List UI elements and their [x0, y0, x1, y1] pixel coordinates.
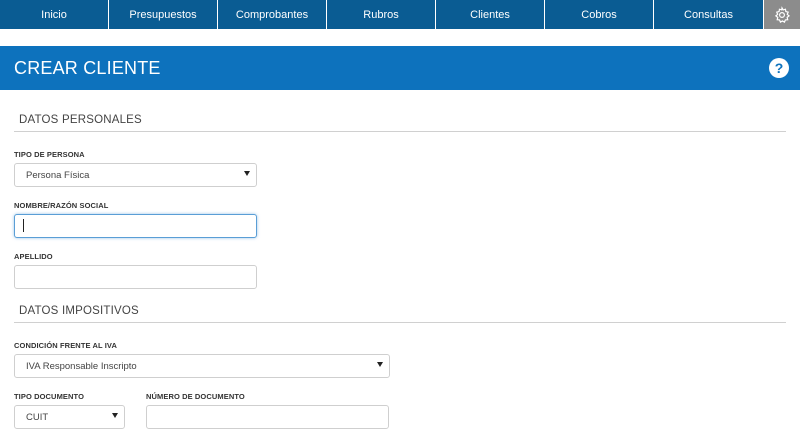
- nav-item-inicio[interactable]: Inicio: [0, 0, 109, 29]
- apellido-input[interactable]: [14, 265, 257, 289]
- nav-item-cobros[interactable]: Cobros: [545, 0, 654, 29]
- nombre-input[interactable]: [14, 214, 257, 238]
- condicion-iva-value: IVA Responsable Inscripto: [26, 360, 137, 372]
- nombre-field-wrap: [14, 214, 257, 238]
- gear-icon: [774, 5, 790, 23]
- condicion-iva-label: CONDICIÓN FRENTE AL IVA: [14, 341, 117, 350]
- help-button[interactable]: ?: [769, 58, 789, 78]
- caret-down-icon: [377, 362, 383, 367]
- apellido-label: APELLIDO: [14, 252, 53, 261]
- numero-documento-label: NÚMERO DE DOCUMENTO: [146, 392, 245, 401]
- nav-item-comprobantes[interactable]: Comprobantes: [218, 0, 327, 29]
- caret-down-icon: [244, 171, 250, 176]
- section-divider: [14, 322, 786, 323]
- nav-item-rubros[interactable]: Rubros: [327, 0, 436, 29]
- tipo-documento-select[interactable]: CUIT: [14, 405, 125, 429]
- tipo-persona-label: TIPO DE PERSONA: [14, 150, 85, 159]
- nav-item-consultas[interactable]: Consultas: [654, 0, 764, 29]
- section-title-personales: DATOS PERSONALES: [19, 114, 142, 126]
- caret-down-icon: [112, 413, 118, 418]
- tipo-documento-value: CUIT: [26, 411, 49, 423]
- tipo-persona-value: Persona Física: [26, 169, 90, 181]
- condicion-iva-select[interactable]: IVA Responsable Inscripto: [14, 354, 390, 378]
- nombre-label: NOMBRE/RAZÓN SOCIAL: [14, 201, 109, 210]
- help-icon: ?: [774, 60, 784, 76]
- settings-button[interactable]: [764, 0, 800, 29]
- page-header: CREAR CLIENTE ?: [0, 46, 800, 90]
- tipo-persona-select[interactable]: Persona Física: [14, 163, 257, 187]
- section-divider: [14, 131, 786, 132]
- text-cursor: [23, 219, 24, 232]
- section-title-impositivos: DATOS IMPOSITIVOS: [19, 305, 139, 317]
- page-title: CREAR CLIENTE: [14, 57, 161, 78]
- nav-item-presupuestos[interactable]: Presupuestos: [109, 0, 218, 29]
- numero-documento-input[interactable]: [146, 405, 389, 429]
- top-nav: Inicio Presupuestos Comprobantes Rubros …: [0, 0, 800, 29]
- tipo-documento-label: TIPO DOCUMENTO: [14, 392, 85, 401]
- nav-item-clientes[interactable]: Clientes: [436, 0, 545, 29]
